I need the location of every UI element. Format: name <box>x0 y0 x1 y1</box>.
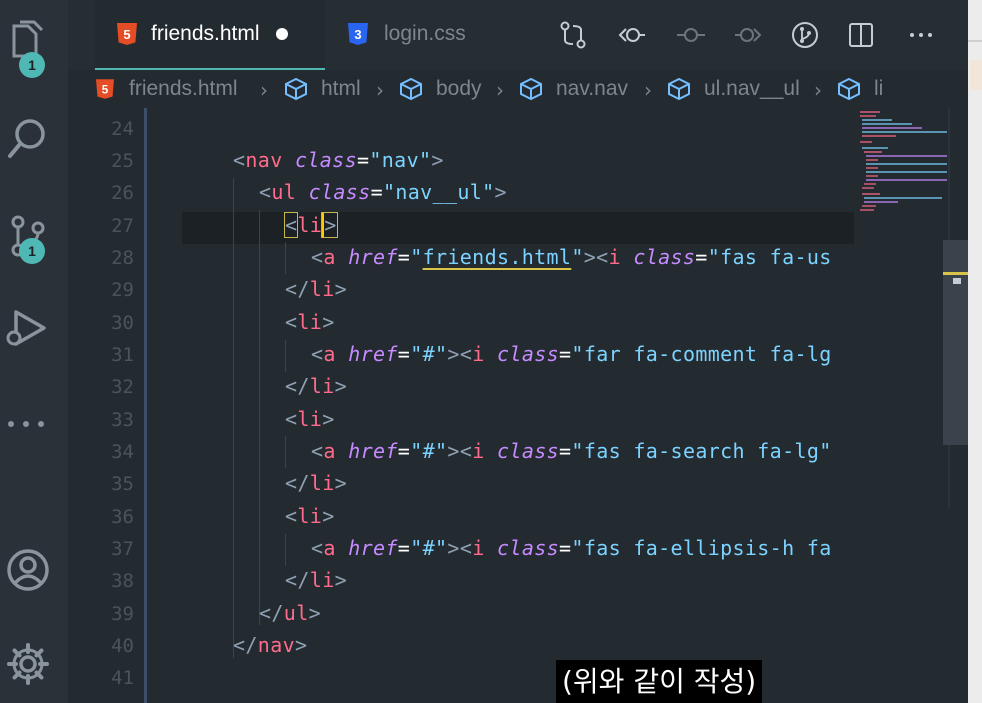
tab-bar: 5 friends.html 3 login.css <box>68 0 982 70</box>
gutter-modified-bar <box>144 108 147 703</box>
cursor-marker <box>943 272 968 275</box>
html5-icon: 5 <box>117 23 137 45</box>
line-number: 36 <box>111 506 134 528</box>
indent-guide <box>259 210 260 625</box>
compare-changes-icon[interactable] <box>558 20 588 50</box>
tab-label: login.css <box>384 22 466 45</box>
go-back-change-icon[interactable] <box>616 20 646 50</box>
minimap[interactable] <box>852 108 947 228</box>
code-line-36: <li> <box>285 504 335 528</box>
code-line-29: </li> <box>285 277 347 301</box>
code-line-34: <a href="#"><i class="fas fa-search fa-l… <box>311 439 832 463</box>
line-number: 38 <box>111 570 134 592</box>
line-number: 25 <box>111 150 134 172</box>
unsaved-dot-icon[interactable] <box>275 28 288 40</box>
go-forward-change-icon[interactable] <box>734 20 764 50</box>
line-number: 37 <box>111 538 134 560</box>
breadcrumb-file[interactable]: 5 friends.html <box>95 70 238 108</box>
chevron-right-icon: › <box>376 78 384 102</box>
commit-node-icon[interactable] <box>676 20 706 50</box>
indent-guide <box>285 340 286 372</box>
code-line-37: <a href="#"><i class="fas fa-ellipsis-h … <box>311 536 832 560</box>
breadcrumb-label: li <box>874 77 884 100</box>
line-number: 24 <box>111 118 134 140</box>
code-line-25: <nav class="nav"> <box>233 148 444 172</box>
more-actions-icon[interactable] <box>906 20 936 50</box>
code-line-28: <a href="friends.html"><i class="fas fa-… <box>311 245 832 269</box>
run-debug-icon[interactable] <box>0 300 56 356</box>
cube-icon <box>838 77 860 101</box>
video-subtitle: (위와 같이 작성) <box>556 660 763 703</box>
tab-label: friends.html <box>151 22 260 45</box>
breadcrumb-li[interactable]: li <box>836 70 883 108</box>
breadcrumb-label: html <box>321 77 361 100</box>
code-line-26: <ul class="nav__ul"> <box>259 180 507 204</box>
more-icon[interactable] <box>0 396 56 452</box>
cube-icon <box>285 77 307 101</box>
current-line-highlight <box>182 212 854 244</box>
indent-guide <box>285 242 286 274</box>
breadcrumb-ul[interactable]: ul.nav__ul <box>666 70 800 108</box>
breadcrumb-html[interactable]: html <box>283 70 361 108</box>
code-line-31: <a href="#"><i class="far fa-comment fa-… <box>311 342 832 366</box>
line-number: 35 <box>111 473 134 495</box>
html5-icon: 5 <box>96 79 114 99</box>
css3-icon: 3 <box>348 23 368 45</box>
breadcrumb-label: body <box>436 77 482 100</box>
vertical-scrollbar[interactable] <box>943 240 968 445</box>
source-control-badge: 1 <box>19 238 45 264</box>
code-line-33: <li> <box>285 407 335 431</box>
search-icon[interactable] <box>0 110 56 166</box>
split-editor-icon[interactable] <box>846 20 876 50</box>
activity-bar: 1 1 <box>0 0 68 703</box>
cube-icon <box>400 77 422 101</box>
indent-guide <box>285 436 286 468</box>
line-number: 28 <box>111 247 134 269</box>
git-lens-icon[interactable] <box>790 20 820 50</box>
breadcrumb-nav[interactable]: nav.nav <box>518 70 628 108</box>
breadcrumb-label: ul.nav__ul <box>704 77 800 100</box>
line-number: 29 <box>111 279 134 301</box>
chevron-right-icon: › <box>496 78 504 102</box>
line-number: 27 <box>111 215 134 237</box>
indent-guide <box>233 178 234 658</box>
code-line-38: </li> <box>285 568 347 592</box>
chevron-right-icon: › <box>644 78 652 102</box>
breadcrumb-body[interactable]: body <box>398 70 482 108</box>
code-line-30: <li> <box>285 310 335 334</box>
cube-icon <box>668 77 690 101</box>
line-number: 32 <box>111 376 134 398</box>
line-number: 39 <box>111 603 134 625</box>
code-line-32: </li> <box>285 374 347 398</box>
breadcrumb: 5 friends.html › html › body › nav.nav ›… <box>68 70 982 108</box>
line-number: 41 <box>111 667 134 689</box>
breadcrumb-label: nav.nav <box>556 77 628 100</box>
adjacent-window-edge <box>968 0 982 703</box>
chevron-right-icon: › <box>814 78 822 102</box>
line-number: 31 <box>111 344 134 366</box>
cube-icon <box>520 77 542 101</box>
account-icon[interactable] <box>0 542 56 598</box>
breadcrumb-label: friends.html <box>129 77 238 100</box>
line-number: 40 <box>111 635 134 657</box>
code-line-35: </li> <box>285 471 347 495</box>
settings-gear-icon[interactable] <box>0 636 56 692</box>
line-number: 30 <box>111 312 134 334</box>
code-line-39: </ul> <box>259 601 321 625</box>
code-editor[interactable]: 24 25 26 27 28 29 30 31 32 33 34 35 36 3… <box>68 108 948 703</box>
chevron-right-icon: › <box>260 78 268 102</box>
explorer-badge: 1 <box>19 52 45 78</box>
line-number: 26 <box>111 182 134 204</box>
indent-guide <box>285 534 286 566</box>
line-number: 33 <box>111 409 134 431</box>
selection-marker <box>953 278 961 284</box>
code-line-27: <li > <box>283 212 338 238</box>
tab-friends-html[interactable]: 5 friends.html <box>95 0 325 70</box>
line-number: 34 <box>111 441 134 463</box>
code-line-40: </nav> <box>233 633 308 657</box>
tab-login-css[interactable]: 3 login.css <box>332 0 502 68</box>
